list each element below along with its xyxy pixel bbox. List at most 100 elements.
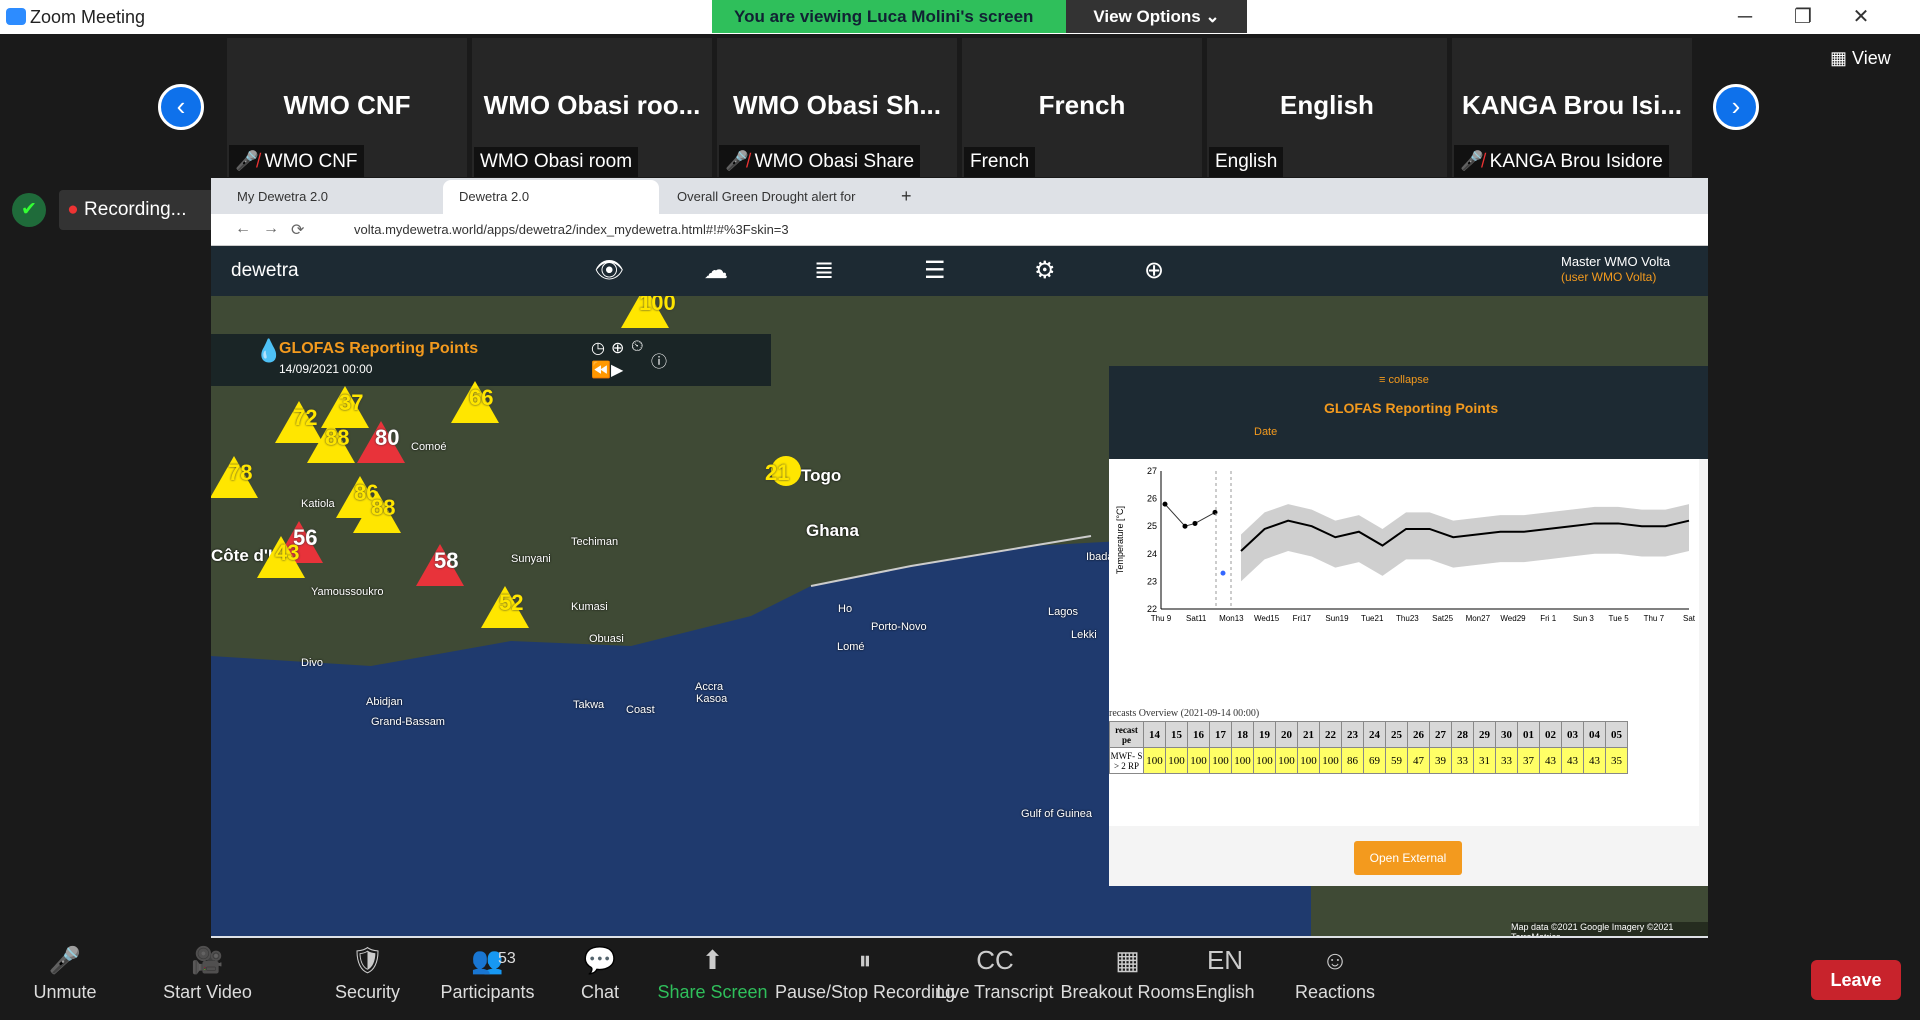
- toolbar-icon: ⬆: [701, 945, 724, 975]
- new-tab-icon[interactable]: +: [901, 186, 912, 207]
- probability-cell: 100: [1319, 747, 1342, 774]
- marker-value: 100: [639, 296, 676, 315]
- probability-cell: 33: [1451, 747, 1474, 774]
- x-tick-label: Sat: [1683, 614, 1696, 623]
- dewetra-appbar: dewetra 👁 ☁ ≣ ☰ ⚙ ⊕ Master WMO Volta (us…: [211, 246, 1708, 296]
- url-text[interactable]: volta.mydewetra.world/apps/dewetra2/inde…: [354, 222, 789, 237]
- toolbar-label: Live Transcript: [936, 982, 1054, 1002]
- y-tick-label: 24: [1147, 549, 1157, 559]
- layers-icon[interactable]: ≣: [814, 256, 834, 285]
- toolbar-security-button[interactable]: 🛡 Security: [315, 938, 420, 1020]
- reload-icon[interactable]: ⟳: [291, 220, 304, 240]
- participant-tile[interactable]: WMO Obasi roo... WMO Obasi room: [472, 38, 712, 177]
- toolbar-icon: 🛡: [350, 945, 384, 975]
- next-participants-button[interactable]: ›: [1713, 84, 1759, 130]
- toolbar-pause-stop-recording-button[interactable]: ⏸ Pause/Stop Recording: [770, 938, 960, 1020]
- address-bar[interactable]: ← → ⟳ volta.mydewetra.world/apps/dewetra…: [211, 214, 1708, 246]
- play-icon[interactable]: ▶: [611, 360, 623, 380]
- close-icon[interactable]: ✕: [1836, 2, 1886, 32]
- toolbar-chat-button[interactable]: 💬 Chat: [555, 938, 645, 1020]
- forward-icon[interactable]: →: [263, 220, 279, 238]
- reporting-point-marker[interactable]: 52: [481, 586, 529, 628]
- reporting-point-marker[interactable]: 100: [621, 296, 676, 328]
- marker-value: 37: [339, 390, 364, 415]
- reporting-point-marker[interactable]: 78: [211, 456, 258, 498]
- reporting-point-marker[interactable]: 80: [357, 421, 405, 463]
- window-title: Zoom Meeting: [30, 7, 146, 27]
- probability-cell: 100: [1143, 747, 1166, 774]
- temperature-chart: 22 23 24 25 26 27 Thu 9 Sat11 Mon13 Wed15 Fri17 Sun…: [1109, 459, 1699, 709]
- report-icon[interactable]: ☰: [924, 256, 946, 285]
- view-button[interactable]: ▦ View: [1830, 48, 1891, 69]
- reporting-point-marker[interactable]: 88: [353, 491, 401, 533]
- map-place-label: Lagos: [1048, 606, 1078, 618]
- leave-button[interactable]: Leave: [1811, 960, 1901, 1000]
- reporting-point-marker[interactable]: 43: [257, 536, 305, 578]
- view-options-button[interactable]: View Options ⌄: [1066, 0, 1247, 33]
- participant-tile[interactable]: English English: [1207, 38, 1447, 177]
- settings-icon[interactable]: ⚙: [1034, 256, 1056, 285]
- day-header: 20: [1275, 721, 1298, 748]
- tab-drought-alert[interactable]: Overall Green Drought alert for: [661, 180, 891, 214]
- toolbar-start-video-button[interactable]: 🎥 Start Video: [120, 938, 295, 1020]
- toolbar-label: Unmute: [33, 982, 97, 1002]
- reporting-point-marker[interactable]: 88: [307, 421, 355, 463]
- x-tick-label: Tue21: [1361, 614, 1384, 623]
- collapse-button[interactable]: ≡ collapse: [1379, 374, 1429, 386]
- forecast-overview: recasts Overview (2021-09-14 00:00) reca…: [1109, 706, 1699, 826]
- reporting-point-marker[interactable]: 58: [416, 544, 464, 586]
- map-place-label: Comoé: [411, 441, 447, 453]
- probability-cell: 47: [1407, 747, 1430, 774]
- participant-display-name: English: [1280, 90, 1374, 120]
- day-header: 03: [1561, 721, 1584, 748]
- toolbar-share-screen-button[interactable]: ⬆ Share Screen: [650, 938, 775, 1020]
- back-icon[interactable]: ←: [235, 220, 251, 238]
- toolbar-english-button[interactable]: EN English: [1175, 938, 1275, 1020]
- prev-participants-button[interactable]: ‹: [158, 84, 204, 130]
- tab-dewetra[interactable]: Dewetra 2.0: [443, 180, 659, 214]
- participant-display-name: WMO Obasi Sh...: [732, 90, 941, 120]
- y-tick-label: 23: [1147, 576, 1157, 586]
- participant-tile[interactable]: KANGA Brou Isi... 🎤̸ KANGA Brou Isidore: [1452, 38, 1692, 177]
- globe-search-icon[interactable]: ⊕: [1144, 256, 1164, 285]
- day-header: 26: [1407, 721, 1430, 748]
- observed-line: [1164, 503, 1216, 527]
- day-header: 24: [1363, 721, 1386, 748]
- panel-title: GLOFAS Reporting Points: [1324, 400, 1499, 416]
- observed-point: [1182, 523, 1188, 529]
- map-place-label: Lomé: [837, 641, 865, 653]
- probability-cell: 39: [1429, 747, 1452, 774]
- toolbar-live-transcript-button[interactable]: CC Live Transcript: [935, 938, 1055, 1020]
- participant-tile[interactable]: French French: [962, 38, 1202, 177]
- probability-cell: 43: [1561, 747, 1584, 774]
- muted-mic-icon: 🎤̸: [1460, 151, 1484, 172]
- participant-name-tag: French: [964, 147, 1036, 177]
- reporting-point-marker[interactable]: 66: [451, 381, 499, 423]
- rewind-icon[interactable]: ⏪: [591, 360, 611, 380]
- toolbar-unmute-button[interactable]: 🎤 Unmute: [10, 938, 120, 1020]
- minimize-icon[interactable]: ─: [1720, 2, 1770, 32]
- participant-tile[interactable]: WMO CNF 🎤̸ WMO CNF: [227, 38, 467, 177]
- tab-my-dewetra[interactable]: My Dewetra 2.0: [221, 180, 441, 214]
- probability-cell: 86: [1341, 747, 1364, 774]
- toolbar-reactions-button[interactable]: ☺ Reactions: [1280, 938, 1390, 1020]
- open-external-button[interactable]: Open External: [1354, 841, 1462, 875]
- reporting-point-marker[interactable]: 21: [765, 456, 801, 486]
- map-place-label: Ghana: [806, 521, 859, 540]
- weather-icon[interactable]: ☁: [704, 256, 728, 285]
- zoom-toolbar: 🎤 Unmute 🎥 Start Video 🛡 Security 👥 53 Participa…: [0, 938, 1920, 1020]
- toolbar-label: English: [1195, 982, 1255, 1002]
- toolbar-label: Reactions: [1294, 982, 1376, 1002]
- zoom-in-time-icon[interactable]: ⊕: [611, 338, 624, 358]
- time-icon[interactable]: ⏲: [631, 338, 643, 356]
- eye-icon[interactable]: 👁: [594, 256, 624, 285]
- participant-tile[interactable]: WMO Obasi Sh... 🎤̸ WMO Obasi Share: [717, 38, 957, 177]
- info-icon[interactable]: ⓘ: [651, 348, 667, 372]
- toolbar-participants-button[interactable]: 👥 53 Participants: [420, 938, 555, 1020]
- x-tick-label: Fri17: [1293, 614, 1312, 623]
- clock-icon[interactable]: ◷: [591, 338, 605, 358]
- maximize-icon[interactable]: ❐: [1778, 2, 1828, 32]
- x-tick-label: Thu 7: [1644, 614, 1665, 623]
- day-header: 25: [1385, 721, 1408, 748]
- probability-cell: 100: [1209, 747, 1232, 774]
